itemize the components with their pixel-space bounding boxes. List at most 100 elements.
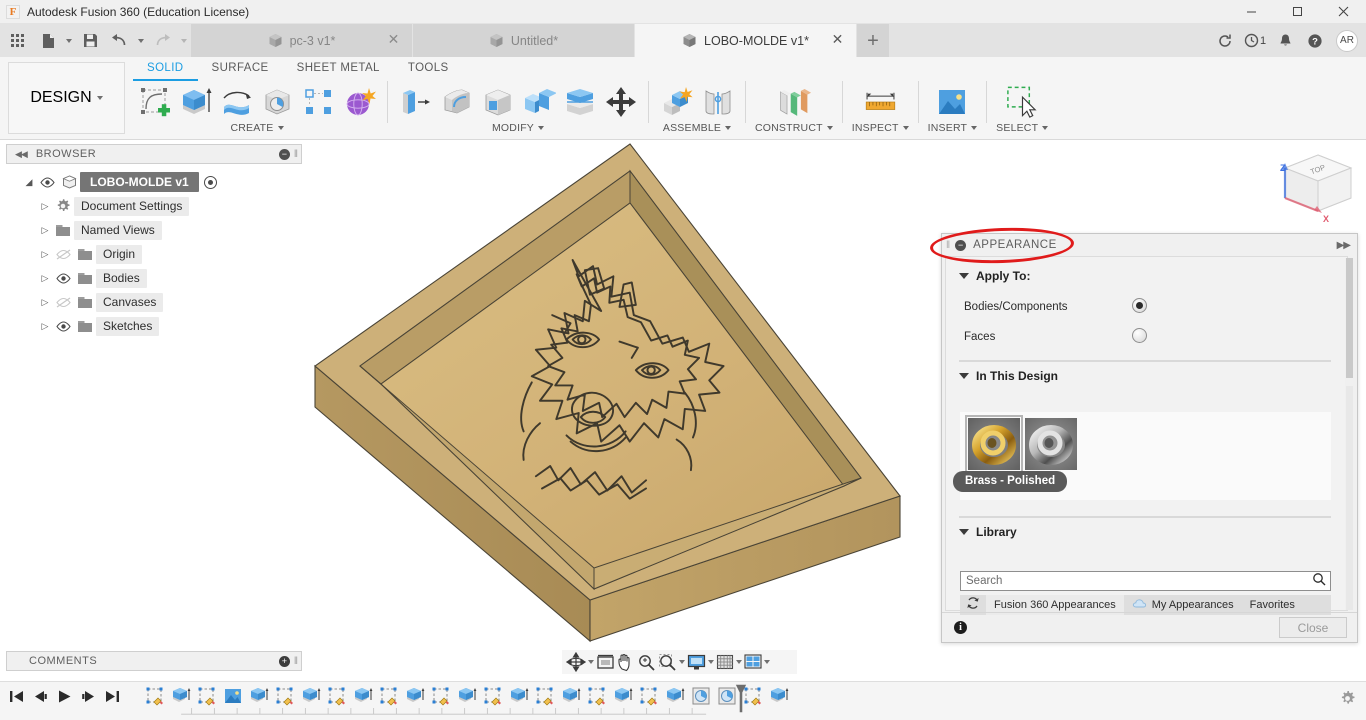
view-cube[interactable]: TOP Z X <box>1280 154 1353 224</box>
zoom-window-icon[interactable] <box>658 651 685 673</box>
pan-icon[interactable] <box>617 651 635 673</box>
tree-item-canvases[interactable]: ▷ Canvases <box>6 290 302 314</box>
tree-item-origin[interactable]: ▷ Origin <box>6 242 302 266</box>
browser-grip-icon[interactable]: ‖ <box>294 149 298 160</box>
undo-icon[interactable] <box>105 24 134 57</box>
dialog-scrollbar[interactable] <box>1345 258 1354 610</box>
timeline-feature-extrude[interactable] <box>767 684 791 708</box>
visibility-eye-off-icon[interactable] <box>52 249 74 260</box>
timeline-feature-extrude[interactable] <box>611 684 635 708</box>
expand-arrow-icon[interactable]: ▷ <box>38 201 52 212</box>
job-status-icon[interactable]: 1 <box>1240 24 1270 57</box>
dialog-expand-icon[interactable]: ▶▶ <box>1337 240 1351 251</box>
activate-component-radio[interactable] <box>203 175 217 189</box>
joint-icon[interactable] <box>699 83 736 121</box>
chevron-down-icon[interactable] <box>679 660 685 664</box>
expand-arrow-icon[interactable]: ▷ <box>38 273 52 284</box>
workspace-switcher[interactable]: DESIGN <box>8 62 125 134</box>
appearance-dialog-header[interactable]: ‖ − APPEARANCE ▶▶ <box>942 234 1357 256</box>
tree-item-document-settings[interactable]: ▷ Document Settings <box>6 194 302 218</box>
close-button[interactable]: Close <box>1279 617 1347 638</box>
play-icon[interactable] <box>54 684 74 708</box>
scrollbar-track[interactable] <box>1346 386 1353 610</box>
panel-assemble-title[interactable]: ASSEMBLE <box>663 122 732 134</box>
panel-construct-title[interactable]: CONSTRUCT <box>755 122 833 134</box>
go-to-end-icon[interactable] <box>102 684 122 708</box>
comments-grip-icon[interactable]: ‖ <box>294 656 298 667</box>
viewports-icon[interactable] <box>744 651 770 673</box>
window-select-icon[interactable] <box>1004 83 1041 121</box>
timeline-feature-revolve[interactable] <box>689 684 713 708</box>
press-pull-icon[interactable] <box>397 83 434 121</box>
tab-sheet-metal[interactable]: SHEET METAL <box>283 58 394 81</box>
panel-select-title[interactable]: SELECT <box>996 122 1049 134</box>
dialog-minimize-icon[interactable]: − <box>955 239 967 251</box>
orbit-icon[interactable] <box>566 651 594 673</box>
go-to-beginning-icon[interactable] <box>6 684 26 708</box>
panel-modify-title[interactable]: MODIFY <box>492 122 545 134</box>
timeline-feature-extrude[interactable] <box>169 684 193 708</box>
library-search-box[interactable]: Search <box>960 571 1331 591</box>
refresh-icon[interactable] <box>1210 24 1240 57</box>
expand-arrow-icon[interactable]: ▷ <box>38 321 52 332</box>
step-forward-icon[interactable] <box>78 684 98 708</box>
chevron-down-icon[interactable] <box>588 660 594 664</box>
expand-arrow-icon[interactable]: ▷ <box>38 225 52 236</box>
doc-tab-untitled[interactable]: Untitled* <box>413 24 635 57</box>
tree-item-named-views[interactable]: ▷ Named Views <box>6 218 302 242</box>
sweep-icon[interactable] <box>259 83 296 121</box>
timeline-feature-sketch[interactable] <box>325 684 349 708</box>
app-grid-icon[interactable] <box>4 24 33 57</box>
expand-arrow-icon[interactable]: ◢ <box>22 177 36 188</box>
timeline-feature-sketch[interactable] <box>585 684 609 708</box>
create-sketch-icon[interactable] <box>136 83 173 121</box>
swatch-brass-polished[interactable] <box>965 415 1023 473</box>
timeline-feature-extrude[interactable] <box>663 684 687 708</box>
doc-tab-lobo-molde[interactable]: LOBO-MOLDE v1* ✕ <box>635 24 857 57</box>
form-icon[interactable] <box>341 83 378 121</box>
new-file-caret-icon[interactable] <box>62 24 76 57</box>
timeline-feature-sketch[interactable] <box>377 684 401 708</box>
tree-item-lobo-molde[interactable]: ◢ LOBO-MOLDE v1 <box>6 170 302 194</box>
timeline-feature-extrude[interactable] <box>351 684 375 708</box>
timeline-feature-sketch[interactable] <box>273 684 297 708</box>
swatch-steel-satin[interactable] <box>1025 418 1077 470</box>
timeline-feature-extrude[interactable] <box>299 684 323 708</box>
comments-panel-header[interactable]: COMMENTS + ‖ <box>6 651 302 671</box>
step-back-icon[interactable] <box>30 684 50 708</box>
save-icon[interactable] <box>76 24 105 57</box>
search-input[interactable]: Search <box>966 575 1002 587</box>
appearance-dialog[interactable]: ‖ − APPEARANCE ▶▶ Apply To: Bodies/Compo… <box>941 233 1358 643</box>
redo-icon[interactable] <box>148 24 177 57</box>
measure-icon[interactable] <box>862 83 899 121</box>
combine-icon[interactable] <box>520 83 557 121</box>
tree-item-bodies[interactable]: ▷ Bodies <box>6 266 302 290</box>
timeline-feature-extrude[interactable] <box>507 684 531 708</box>
expand-arrow-icon[interactable]: ▷ <box>38 297 52 308</box>
visibility-eye-icon[interactable] <box>36 176 58 188</box>
expand-arrow-icon[interactable]: ▷ <box>38 249 52 260</box>
undo-caret-icon[interactable] <box>134 24 148 57</box>
chevron-down-icon[interactable] <box>764 660 770 664</box>
timeline-feature-extrude[interactable] <box>403 684 427 708</box>
section-library[interactable]: Library <box>959 525 1017 539</box>
timeline-marker[interactable] <box>735 682 747 715</box>
panel-inspect-title[interactable]: INSPECT <box>852 122 909 134</box>
look-at-icon[interactable] <box>596 651 615 673</box>
section-in-this-design[interactable]: In This Design <box>959 369 1058 383</box>
panel-create-title[interactable]: CREATE <box>230 122 284 134</box>
timeline-feature-extrude[interactable] <box>559 684 583 708</box>
tree-item-sketches[interactable]: ▷ Sketches <box>6 314 302 338</box>
apply-to-faces-radio[interactable] <box>1132 328 1147 343</box>
revolve-icon[interactable] <box>218 83 255 121</box>
tab-tools[interactable]: TOOLS <box>394 58 463 81</box>
avatar[interactable]: AR <box>1336 29 1358 52</box>
timeline-feature-sketch[interactable] <box>143 684 167 708</box>
search-icon[interactable] <box>1312 572 1326 591</box>
visibility-eye-off-icon[interactable] <box>52 297 74 308</box>
redo-caret-icon[interactable] <box>177 24 191 57</box>
fillet-icon[interactable] <box>438 83 475 121</box>
offset-plane-icon[interactable] <box>775 83 812 121</box>
zoom-icon[interactable] <box>637 651 656 673</box>
timeline-feature-sketch[interactable] <box>481 684 505 708</box>
